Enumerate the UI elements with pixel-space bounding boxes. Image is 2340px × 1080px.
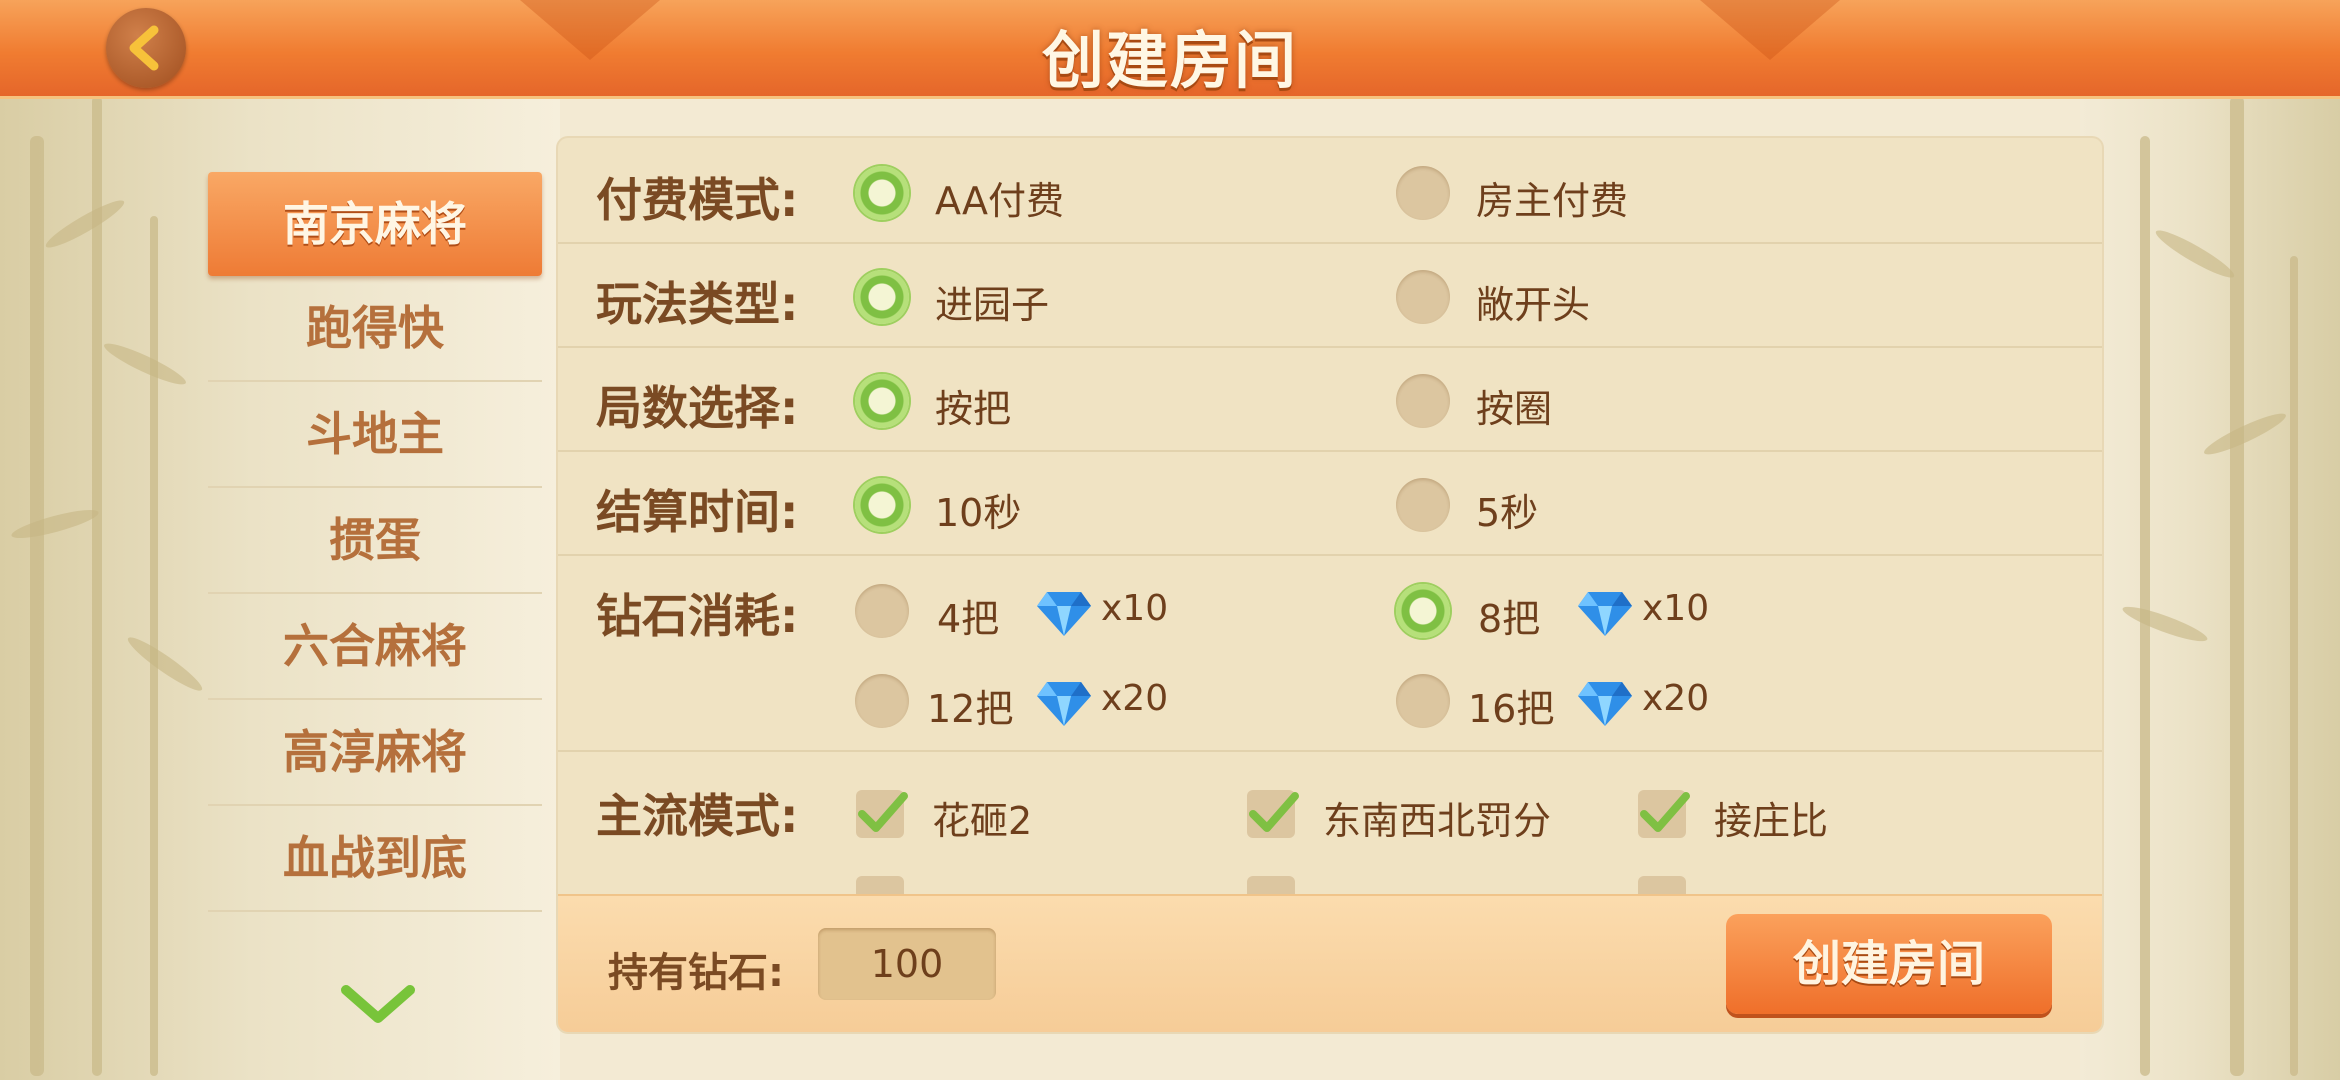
option-label: 接庄比: [1714, 799, 1829, 843]
diamond-cost-label: 钻石消耗:: [596, 589, 799, 643]
diamond-icon: [1578, 592, 1632, 636]
radio-selected[interactable]: [855, 374, 909, 428]
checkbox-checked[interactable]: [856, 790, 908, 838]
option-label: 房主付费: [1476, 179, 1629, 223]
bamboo-background-right: [2080, 96, 2340, 1080]
diamond-icon: [1578, 682, 1632, 726]
checkmark-icon: [1249, 792, 1299, 832]
radio-unselected[interactable]: [1396, 374, 1450, 428]
radio-unselected[interactable]: [1396, 270, 1450, 324]
mainstream-option-jiezhuangbi[interactable]: 接庄比: [1638, 786, 1898, 846]
mainstream-mode-row: 主流模式: 花砸2 东南西北罚分 接庄比: [558, 750, 2102, 924]
option-label: 东南西北罚分: [1323, 799, 1552, 843]
mainstream-option-wind-penalty[interactable]: 东南西北罚分: [1247, 786, 1607, 846]
option-label: 按把: [935, 387, 1012, 431]
diamond-cost-count: x10: [1642, 588, 1710, 629]
option-label: AA付费: [935, 179, 1065, 223]
checkbox-checked[interactable]: [1638, 790, 1690, 838]
payment-mode-label: 付费模式:: [596, 173, 799, 227]
option-label: 12把: [927, 687, 1014, 731]
diamond-option-16[interactable]: 16把 x20: [1396, 674, 1716, 734]
settle-time-row: 结算时间: 10秒 5秒: [558, 450, 2102, 556]
option-label: 按圈: [1476, 387, 1553, 431]
option-label: 16把: [1468, 687, 1555, 731]
diamond-option-4[interactable]: 4把 x10: [855, 584, 1175, 644]
mainstream-option-huaza2[interactable]: 花砸2: [856, 786, 1116, 846]
page-title: 创建房间: [1041, 24, 1298, 97]
radio-selected[interactable]: [855, 166, 909, 220]
diamond-cost-row: 钻石消耗: 4把 x10 8把 x10 12把 x20 16把 x20: [558, 554, 2102, 752]
sidebar-scroll-down[interactable]: [338, 980, 418, 1032]
radio-selected[interactable]: [1396, 584, 1450, 638]
option-label: 花砸2: [932, 799, 1033, 843]
option-label: 4把: [937, 597, 1000, 641]
panel-footer: 持有钻石: 100 创建房间: [558, 894, 2102, 1032]
option-label: 敞开头: [1476, 283, 1591, 327]
sidebar-item-xuezhan-daodi[interactable]: 血战到底: [208, 806, 542, 912]
rounds-row: 局数选择: 按把 按圈: [558, 346, 2102, 452]
sidebar-item-gaochun-mahjong[interactable]: 高淳麻将: [208, 700, 542, 806]
diamonds-held-value: 100: [818, 928, 996, 1000]
rounds-label: 局数选择:: [596, 381, 799, 435]
gameplay-type-row: 玩法类型: 进园子 敞开头: [558, 242, 2102, 348]
sidebar-item-guandan[interactable]: 掼蛋: [208, 488, 542, 594]
sidebar-item-liuhe-mahjong[interactable]: 六合麻将: [208, 594, 542, 700]
diamond-cost-count: x20: [1642, 678, 1710, 719]
option-label: 进园子: [935, 283, 1050, 327]
create-room-button[interactable]: 创建房间: [1726, 914, 2052, 1014]
diamond-icon: [1037, 592, 1091, 636]
settle-time-label: 结算时间:: [596, 485, 799, 539]
sidebar-item-paodekuai[interactable]: 跑得快: [208, 276, 542, 382]
settings-panel: 付费模式: AA付费 房主付费 玩法类型: 进园子 敞开头 局数选择: 按把 按…: [558, 138, 2102, 1032]
checkmark-icon: [1640, 792, 1690, 832]
diamond-cost-count: x10: [1101, 588, 1169, 629]
diamonds-held-label: 持有钻石:: [608, 950, 784, 996]
option-label: 5秒: [1476, 491, 1539, 535]
payment-mode-row: 付费模式: AA付费 房主付费: [558, 138, 2102, 244]
radio-unselected[interactable]: [1396, 478, 1450, 532]
checkmark-icon: [858, 792, 908, 832]
diamond-cost-count: x20: [1101, 678, 1169, 719]
radio-unselected[interactable]: [1396, 166, 1450, 220]
radio-selected[interactable]: [855, 478, 909, 532]
sidebar-item-nanjing-mahjong[interactable]: 南京麻将: [208, 172, 542, 276]
diamond-option-12[interactable]: 12把 x20: [855, 674, 1175, 734]
radio-unselected[interactable]: [855, 674, 909, 728]
option-label: 8把: [1478, 597, 1541, 641]
mainstream-mode-label: 主流模式:: [596, 789, 799, 843]
radio-unselected[interactable]: [855, 584, 909, 638]
option-label: 10秒: [935, 491, 1022, 535]
checkbox-checked[interactable]: [1247, 790, 1299, 838]
header-bar: 创建房间: [0, 0, 2340, 99]
chevron-down-icon: [341, 985, 415, 1023]
gameplay-type-label: 玩法类型:: [596, 277, 799, 331]
diamond-icon: [1037, 682, 1091, 726]
game-sidebar: 南京麻将 跑得快 斗地主 掼蛋 六合麻将 高淳麻将 血战到底: [208, 172, 542, 912]
diamond-option-8[interactable]: 8把 x10: [1396, 584, 1716, 644]
sidebar-item-doudizhu[interactable]: 斗地主: [208, 382, 542, 488]
radio-unselected[interactable]: [1396, 674, 1450, 728]
radio-selected[interactable]: [855, 270, 909, 324]
